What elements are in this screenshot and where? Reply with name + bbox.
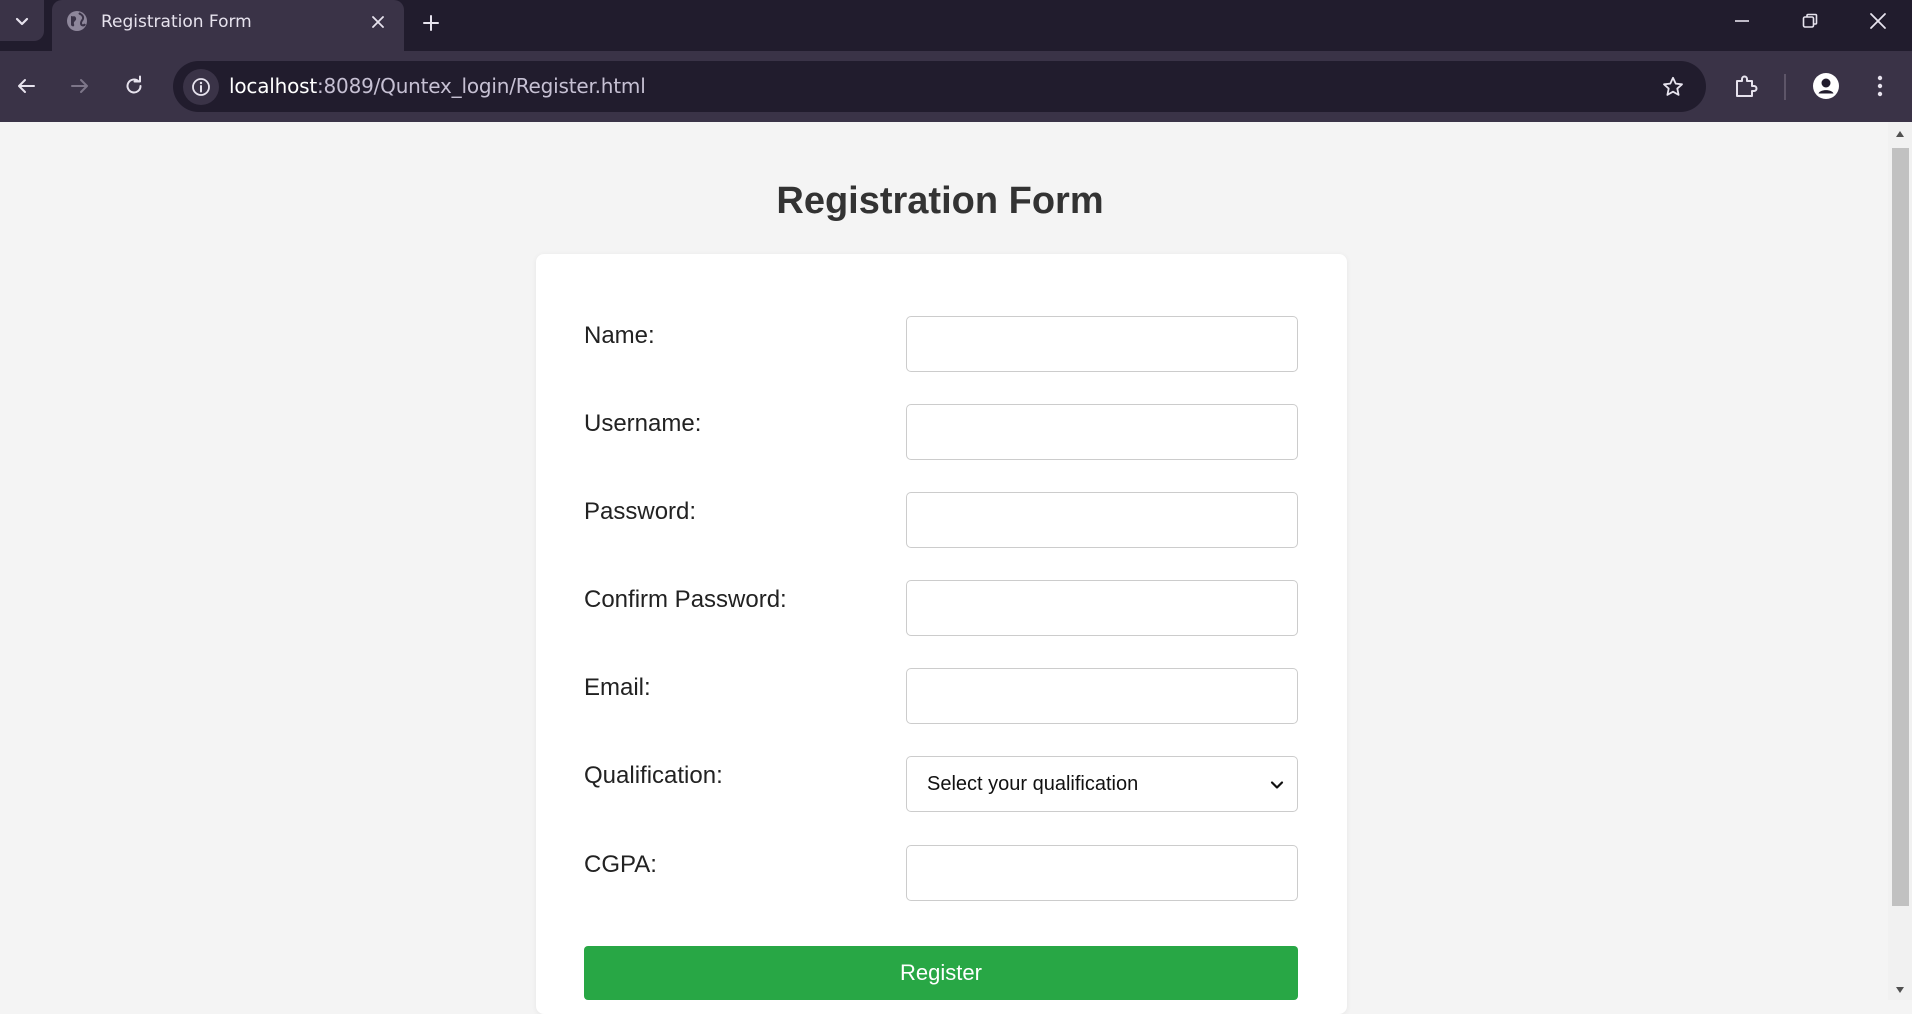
email-label: Email: <box>584 674 651 701</box>
cgpa-row: CGPA: <box>584 845 1298 901</box>
arrow-right-icon <box>71 79 88 93</box>
password-label: Password: <box>584 498 697 525</box>
back-button[interactable] <box>4 64 48 108</box>
close-icon <box>372 16 384 28</box>
registration-form: Name: Username: Password: Confirm Passwo… <box>536 254 1347 1014</box>
restore-icon <box>1802 13 1818 28</box>
reload-button[interactable] <box>112 64 156 108</box>
minimize-button[interactable] <box>1708 0 1776 42</box>
globe-icon <box>67 11 87 31</box>
new-tab-button[interactable] <box>414 6 448 40</box>
name-label: Name: <box>584 322 655 349</box>
url-host: localhost <box>229 74 317 98</box>
vertical-scrollbar[interactable] <box>1888 122 1912 1000</box>
extensions-button[interactable] <box>1724 64 1768 108</box>
confirm-password-row: Confirm Password: <box>584 580 1298 636</box>
confirm-password-label: Confirm Password: <box>584 586 787 613</box>
more-vertical-icon <box>1877 75 1883 97</box>
profile-button[interactable] <box>1804 64 1848 108</box>
scroll-up-arrow[interactable] <box>1894 128 1906 140</box>
address-bar[interactable]: localhost:8089/Quntex_login/Register.htm… <box>173 61 1706 112</box>
puzzle-icon <box>1736 75 1758 97</box>
qualification-selected-value: Select your qualification <box>927 772 1139 795</box>
tab-close-button[interactable] <box>364 8 392 36</box>
page-viewport: Registration Form Name: Username: Passwo… <box>0 122 1912 1014</box>
scroll-thumb[interactable] <box>1892 148 1909 906</box>
plus-icon <box>423 15 439 31</box>
tab-title: Registration Form <box>101 12 252 32</box>
browser-tab[interactable]: Registration Form <box>52 0 404 51</box>
qualification-row: Qualification: Select your qualification <box>584 756 1298 812</box>
toolbar-separator <box>1784 74 1786 100</box>
password-row: Password: <box>584 492 1298 548</box>
email-row: Email: <box>584 668 1298 724</box>
cgpa-input[interactable] <box>906 845 1298 901</box>
username-row: Username: <box>584 404 1298 460</box>
star-icon <box>1663 76 1683 96</box>
register-button[interactable]: Register <box>584 946 1298 1000</box>
cgpa-label: CGPA: <box>584 851 657 878</box>
browser-titlebar: Registration Form <box>0 0 1912 51</box>
qualification-label: Qualification: <box>584 762 723 789</box>
restore-button[interactable] <box>1776 0 1844 42</box>
url-text: localhost:8089/Quntex_login/Register.htm… <box>229 74 646 98</box>
chevron-down-icon <box>15 17 29 25</box>
page-title: Registration Form <box>776 180 1104 222</box>
reload-icon <box>126 75 142 94</box>
browser-toolbar: localhost:8089/Quntex_login/Register.htm… <box>0 51 1912 122</box>
triangle-up-icon <box>1896 131 1904 137</box>
confirm-password-input[interactable] <box>906 580 1298 636</box>
info-icon <box>192 78 210 96</box>
close-window-button[interactable] <box>1844 0 1912 42</box>
forward-button[interactable] <box>58 64 102 108</box>
name-input[interactable] <box>906 316 1298 372</box>
password-input[interactable] <box>906 492 1298 548</box>
site-info-button[interactable] <box>183 69 219 105</box>
menu-button[interactable] <box>1858 64 1902 108</box>
tab-search-button[interactable] <box>0 0 44 41</box>
url-path: :8089/Quntex_login/Register.html <box>316 74 646 98</box>
close-icon <box>1870 13 1886 29</box>
scroll-down-arrow[interactable] <box>1894 984 1906 996</box>
triangle-down-icon <box>1896 987 1904 993</box>
username-label: Username: <box>584 410 702 437</box>
minimize-icon <box>1735 20 1749 22</box>
bookmark-button[interactable] <box>1656 70 1690 104</box>
account-icon <box>1813 73 1839 99</box>
chevron-down-icon <box>1270 781 1284 789</box>
name-row: Name: <box>584 316 1298 372</box>
email-input[interactable] <box>906 668 1298 724</box>
username-input[interactable] <box>906 404 1298 460</box>
arrow-left-icon <box>18 79 35 93</box>
qualification-select[interactable]: Select your qualification <box>906 756 1298 812</box>
